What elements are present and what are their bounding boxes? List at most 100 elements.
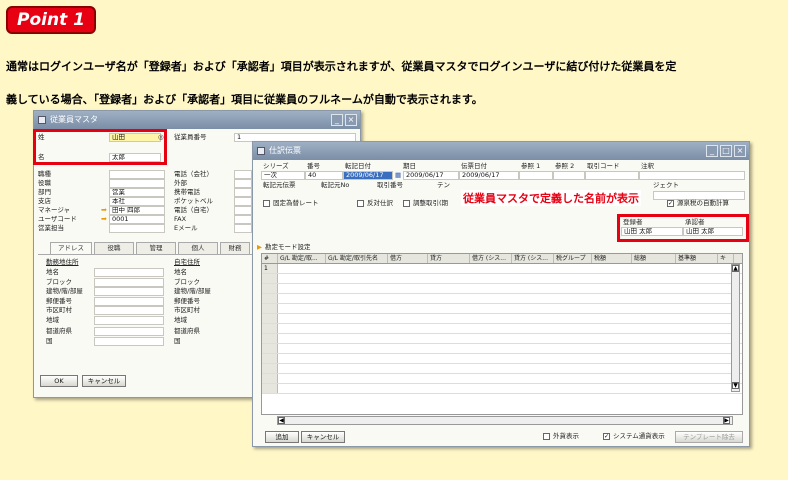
series-select[interactable]: 一次	[261, 171, 305, 180]
trans-code-select[interactable]	[585, 171, 639, 180]
sys-currency-checkbox[interactable]: ✓	[603, 433, 610, 440]
table-row[interactable]	[262, 354, 742, 364]
table-row[interactable]: 1	[262, 264, 742, 274]
branch-select[interactable]: 本社	[109, 197, 165, 206]
number-input[interactable]: 40	[305, 171, 343, 180]
table-row[interactable]	[262, 274, 742, 284]
field-label: FAX	[174, 215, 187, 223]
work-state-select[interactable]	[94, 327, 164, 336]
work-city-input[interactable]	[94, 306, 164, 315]
close-icon[interactable]: ×	[734, 145, 746, 157]
scroll-right-icon[interactable]: ▶	[723, 417, 730, 424]
address-field-label: 地名	[174, 268, 187, 276]
remarks-input[interactable]	[639, 171, 745, 180]
minimize-icon[interactable]: _	[706, 145, 718, 157]
home-phone-input[interactable]	[234, 206, 252, 215]
table-row[interactable]	[262, 334, 742, 344]
department-select[interactable]: 営業	[109, 188, 165, 197]
row-number	[262, 304, 278, 313]
column-header: キ	[718, 254, 734, 263]
work-block-input[interactable]	[94, 278, 164, 287]
table-row[interactable]	[262, 294, 742, 304]
fax-input[interactable]	[234, 215, 252, 224]
template-label: テン	[437, 181, 450, 189]
name-highlight-frame	[33, 129, 167, 165]
expand-arrow-icon[interactable]: ▶	[257, 243, 262, 252]
due-date-input[interactable]: 2009/06/17	[403, 171, 459, 180]
scroll-up-icon[interactable]: ▲	[732, 265, 739, 272]
work-phone-input[interactable]	[234, 170, 252, 179]
journal-window-titlebar[interactable]: 仕訳伝票 _ □ ×	[253, 142, 749, 160]
fixed-rate-checkbox[interactable]	[263, 200, 270, 207]
link-arrow-icon[interactable]: ➡	[101, 206, 107, 215]
table-row[interactable]	[262, 284, 742, 294]
pager-input[interactable]	[234, 197, 252, 206]
ref2-input[interactable]	[553, 171, 585, 180]
table-row[interactable]	[262, 344, 742, 354]
address-field-label: ブロック	[46, 278, 72, 286]
description-line-1: 通常はログインユーザ名が「登録者」および「承認者」項目が表示されますが、従業員マ…	[6, 60, 677, 73]
work-street-input[interactable]	[94, 268, 164, 277]
user-code-input[interactable]: 0001	[109, 215, 165, 224]
posting-date-input[interactable]: 2009/06/17	[343, 171, 393, 180]
work-zip-input[interactable]	[94, 297, 164, 306]
registrant-highlight-frame	[617, 214, 749, 242]
adjust-checkbox[interactable]	[403, 200, 410, 207]
template-remove-button[interactable]: テンプレート除去	[675, 431, 743, 443]
email-input[interactable]	[234, 224, 252, 233]
work-building-input[interactable]	[94, 287, 164, 296]
table-horizontal-scrollbar[interactable]	[277, 416, 733, 425]
ref1-input[interactable]	[519, 171, 553, 180]
calendar-icon[interactable]: ▦	[395, 171, 401, 180]
trans-no-label: 取引番号	[377, 181, 403, 189]
doc-date-input[interactable]: 2009/06/17	[459, 171, 519, 180]
auto-tax-checkbox[interactable]: ✓	[667, 200, 674, 207]
tab-role[interactable]: 役職	[94, 242, 134, 254]
work-country-select[interactable]	[94, 337, 164, 346]
source-doc-label: 転記元伝票	[263, 181, 296, 189]
cancel-button[interactable]: キャンセル	[82, 375, 126, 387]
table-row[interactable]	[262, 304, 742, 314]
scroll-left-icon[interactable]: ◀	[278, 417, 285, 424]
window-icon	[38, 116, 46, 124]
tab-personal[interactable]: 個人	[178, 242, 218, 254]
employee-window-titlebar[interactable]: 従業員マスタ _ ×	[34, 111, 360, 129]
reverse-checkbox[interactable]	[357, 200, 364, 207]
address-field-label: ブロック	[174, 278, 200, 286]
maximize-icon[interactable]: □	[720, 145, 732, 157]
field-label: 部門	[38, 188, 51, 196]
table-row[interactable]	[262, 314, 742, 324]
scroll-down-icon[interactable]: ▼	[732, 382, 739, 389]
work-region-input[interactable]	[94, 316, 164, 325]
tab-finance[interactable]: 財務	[220, 242, 250, 254]
mobile-input[interactable]	[234, 188, 252, 197]
journal-lines-table: # G/L 勘定/取... G/L 勘定/取引先名 借方 貸方 借方 (シス..…	[261, 253, 743, 415]
address-field-label: 郵便番号	[174, 297, 200, 305]
due-date-label: 期日	[403, 162, 416, 170]
sales-rep-select[interactable]	[109, 224, 165, 233]
cancel-button[interactable]: キャンセル	[301, 431, 345, 443]
fixed-rate-label: 固定為替レート	[273, 199, 319, 207]
table-row[interactable]	[262, 384, 742, 394]
number-label: 番号	[307, 162, 320, 170]
add-button[interactable]: 追加	[265, 431, 299, 443]
link-arrow-icon[interactable]: ➡	[101, 215, 107, 224]
close-icon[interactable]: ×	[345, 114, 357, 126]
tab-address[interactable]: アドレス	[50, 242, 92, 254]
position-select[interactable]	[109, 179, 165, 188]
ok-button[interactable]: OK	[40, 375, 78, 387]
column-header: 貸方 (シス...	[512, 254, 554, 263]
table-row[interactable]	[262, 374, 742, 384]
tab-admin[interactable]: 管理	[136, 242, 176, 254]
row-number	[262, 364, 278, 373]
manager-input[interactable]: 田中 四郎	[109, 206, 165, 215]
field-label: 職種	[38, 170, 51, 178]
table-vertical-scrollbar[interactable]	[731, 264, 740, 392]
work-address-label: 勤務地住所	[46, 258, 79, 266]
fc-display-checkbox[interactable]	[543, 433, 550, 440]
table-row[interactable]	[262, 364, 742, 374]
extension-input[interactable]	[234, 179, 252, 188]
minimize-icon[interactable]: _	[331, 114, 343, 126]
table-row[interactable]	[262, 324, 742, 334]
job-input[interactable]	[109, 170, 165, 179]
